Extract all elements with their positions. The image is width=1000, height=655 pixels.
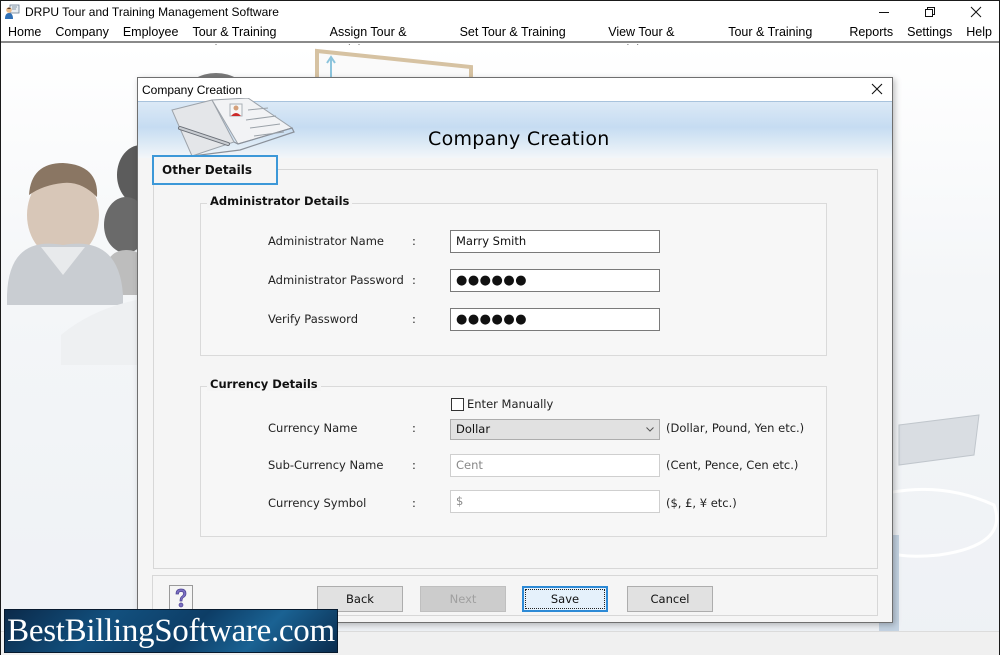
admin-name-input[interactable]: Marry Smith <box>450 230 660 253</box>
app-logo-icon <box>4 4 20 20</box>
currency-name-label: Currency Name <box>268 421 358 435</box>
verify-password-label: Verify Password <box>268 312 358 326</box>
menu-settings[interactable]: Settings <box>900 23 959 41</box>
administrator-details-title: Administrator Details <box>207 194 353 208</box>
dialog-banner: Company Creation <box>138 98 892 160</box>
company-creation-dialog: Company Creation Company Creation Other … <box>137 77 893 623</box>
menu-set-tour-training-status[interactable]: Set Tour & Training Status <box>453 23 602 57</box>
menu-tour-training-pass[interactable]: Tour & Training Pass <box>721 23 842 57</box>
menu-view-tour-training[interactable]: View Tour & Training <box>601 23 721 57</box>
verify-password-input[interactable]: ●●●●●● <box>450 308 660 331</box>
close-icon <box>871 83 883 95</box>
currency-symbol-colon: : <box>412 496 416 510</box>
next-button[interactable]: Next <box>420 586 506 612</box>
minimize-icon <box>879 12 889 13</box>
sub-currency-colon: : <box>412 458 416 472</box>
close-icon <box>970 6 982 18</box>
help-button[interactable] <box>169 585 193 611</box>
admin-password-input[interactable]: ●●●●●● <box>450 269 660 292</box>
banner-title: Company Creation <box>428 128 610 150</box>
menu-home[interactable]: Home <box>1 23 48 41</box>
menu-reports[interactable]: Reports <box>842 23 900 41</box>
menu-bar: Home Company Employee Tour & Training Se… <box>1 23 999 57</box>
currency-name-colon: : <box>412 421 416 435</box>
currency-symbol-label: Currency Symbol <box>268 496 367 510</box>
admin-name-colon: : <box>412 234 416 248</box>
enter-manually-checkbox[interactable] <box>451 398 464 411</box>
dialog-close-button[interactable] <box>868 80 886 98</box>
window-controls <box>861 1 999 23</box>
menu-help[interactable]: Help <box>959 23 999 41</box>
restore-button[interactable] <box>907 1 953 23</box>
sub-currency-label: Sub-Currency Name <box>268 458 384 472</box>
currency-name-hint: (Dollar, Pound, Yen etc.) <box>666 421 805 435</box>
app-title: DRPU Tour and Training Management Softwa… <box>25 5 279 19</box>
verify-password-colon: : <box>412 312 416 326</box>
close-button[interactable] <box>953 1 999 23</box>
restore-icon <box>925 7 935 17</box>
sub-currency-hint: (Cent, Pence, Cen etc.) <box>666 458 799 472</box>
currency-symbol-input[interactable]: $ <box>450 490 660 513</box>
currency-details-title: Currency Details <box>207 377 321 391</box>
menu-assign-tour-training[interactable]: Assign Tour & Training <box>323 23 453 57</box>
chevron-down-icon <box>646 427 654 432</box>
section-tab-other-details[interactable]: Other Details <box>152 155 278 185</box>
currency-name-select[interactable]: Dollar <box>450 419 660 440</box>
admin-name-label: Administrator Name <box>268 234 384 248</box>
watermark-text: BestBillingSoftware.com <box>7 612 335 649</box>
sub-currency-input[interactable]: Cent <box>450 454 660 477</box>
save-button[interactable]: Save <box>522 586 608 612</box>
focus-ring <box>525 589 605 609</box>
cancel-button[interactable]: Cancel <box>627 586 713 612</box>
app-window: DRPU Tour and Training Management Softwa… <box>0 0 1000 655</box>
currency-symbol-hint: ($, £, ¥ etc.) <box>666 496 737 510</box>
dialog-title: Company Creation <box>142 82 243 97</box>
currency-name-selected: Dollar <box>456 422 491 436</box>
menu-company[interactable]: Company <box>48 23 116 41</box>
background-laptop-illustration <box>879 414 999 635</box>
watermark-banner: BestBillingSoftware.com <box>4 609 338 653</box>
help-question-icon <box>175 588 187 608</box>
admin-password-label: Administrator Password <box>268 273 404 287</box>
menu-tour-training-settings[interactable]: Tour & Training Settings <box>185 23 322 57</box>
title-bar: DRPU Tour and Training Management Softwa… <box>1 1 999 23</box>
minimize-button[interactable] <box>861 1 907 23</box>
enter-manually-label[interactable]: Enter Manually <box>467 397 553 411</box>
menu-employee[interactable]: Employee <box>116 23 186 41</box>
admin-password-colon: : <box>412 273 416 287</box>
